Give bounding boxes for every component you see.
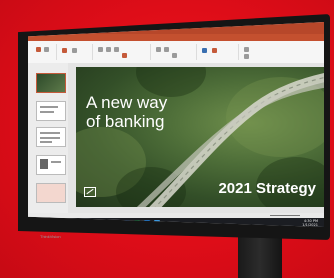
monitor-screen: A new way of banking 2021 Strategy Type … <box>28 22 324 227</box>
shapes-icon[interactable] <box>202 48 207 53</box>
ribbon-group-editing[interactable] <box>240 44 280 60</box>
slide-editor-canvas[interactable]: A new way of banking 2021 Strategy <box>68 63 324 213</box>
taskbar-clock[interactable]: 4:30 PM 1/1/2021 <box>302 219 318 227</box>
zoom-slider[interactable] <box>270 215 300 216</box>
underline-icon[interactable] <box>114 47 119 52</box>
company-logo-icon <box>84 187 96 197</box>
replace-icon[interactable] <box>244 54 249 59</box>
slide-thumbnail[interactable] <box>36 127 66 147</box>
find-icon[interactable] <box>244 47 249 52</box>
headline-line-1: A new way <box>86 93 168 112</box>
monitor-brand-label: ThinkVision <box>40 234 61 239</box>
bold-icon[interactable] <box>98 47 103 52</box>
headline-line-2: of banking <box>86 112 165 131</box>
photo-scene: A new way of banking 2021 Strategy Type … <box>0 0 334 278</box>
slide-thumbnail[interactable] <box>36 155 66 175</box>
paste-icon[interactable] <box>36 47 41 52</box>
slide-thumbnail[interactable] <box>36 101 66 121</box>
slide-headline: A new way of banking <box>86 93 196 131</box>
numbering-icon[interactable] <box>164 47 169 52</box>
slide-thumbnail[interactable] <box>36 183 66 203</box>
ribbon-tabs[interactable] <box>28 34 324 41</box>
new-slide-icon[interactable] <box>62 48 67 53</box>
slide-subtitle: 2021 Strategy <box>218 180 316 197</box>
italic-icon[interactable] <box>106 47 111 52</box>
layout-icon[interactable] <box>72 48 77 53</box>
ribbon-group-slides[interactable] <box>58 44 93 60</box>
slide-thumbnail-pane[interactable] <box>28 63 69 213</box>
current-slide[interactable]: A new way of banking 2021 Strategy <box>76 67 324 207</box>
arrange-icon[interactable] <box>212 48 217 53</box>
cut-icon[interactable] <box>44 47 49 52</box>
bullets-icon[interactable] <box>156 47 161 52</box>
ribbon-toolbar[interactable] <box>28 41 324 64</box>
ribbon-group-font[interactable] <box>94 44 151 60</box>
ribbon-group-clipboard[interactable] <box>30 44 57 60</box>
slide-thumbnail[interactable] <box>36 73 66 93</box>
font-color-icon[interactable] <box>122 53 127 58</box>
align-icon[interactable] <box>172 53 177 58</box>
ribbon-group-paragraph[interactable] <box>152 44 197 60</box>
ribbon-group-drawing[interactable] <box>198 44 239 60</box>
